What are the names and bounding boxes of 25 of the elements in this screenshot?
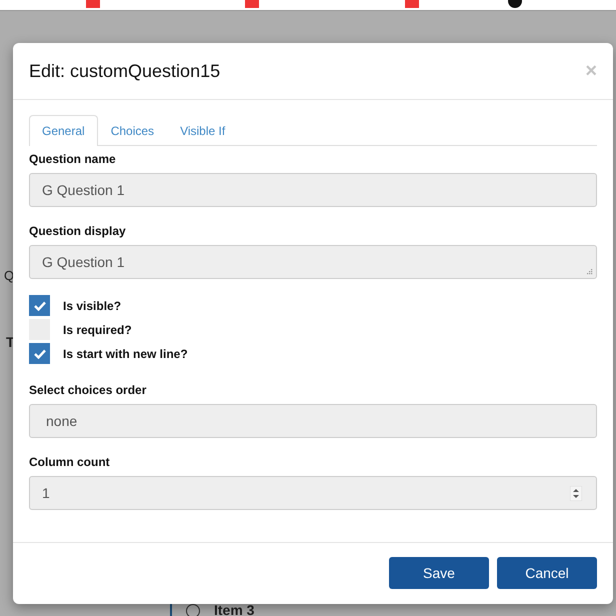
resize-grip-icon[interactable] (585, 267, 593, 275)
input-field[interactable]: G Question 1 (29, 173, 597, 207)
checkbox[interactable] (29, 295, 50, 316)
tab[interactable]: General (29, 115, 98, 146)
checkbox[interactable] (29, 343, 50, 364)
field-label: Question display (29, 224, 127, 238)
dialog-title: Edit: customQuestion15 (29, 60, 220, 82)
field-label: Column count (29, 455, 111, 469)
checkbox-label: Is start with new line? (63, 346, 188, 360)
tab[interactable]: Visible If (167, 115, 238, 146)
choice-label: Item 3 (214, 602, 254, 616)
text-area[interactable]: G Question 1 (29, 245, 597, 279)
save-button[interactable]: Save (389, 557, 489, 589)
field-label: Question name (29, 152, 117, 166)
check-icon (34, 348, 46, 358)
number-field[interactable]: 1 (29, 476, 597, 510)
checkbox-label: Is required? (63, 322, 132, 336)
checkbox-label: Is visible? (63, 298, 122, 312)
check-icon (34, 300, 46, 310)
cancel-button[interactable]: Cancel (497, 557, 597, 589)
spinner-icon[interactable] (570, 486, 582, 501)
background-text: Q (4, 268, 14, 283)
tab[interactable]: Choices (98, 115, 168, 146)
dropdown[interactable]: none (29, 404, 597, 438)
field-label: Select choices order (29, 383, 148, 397)
